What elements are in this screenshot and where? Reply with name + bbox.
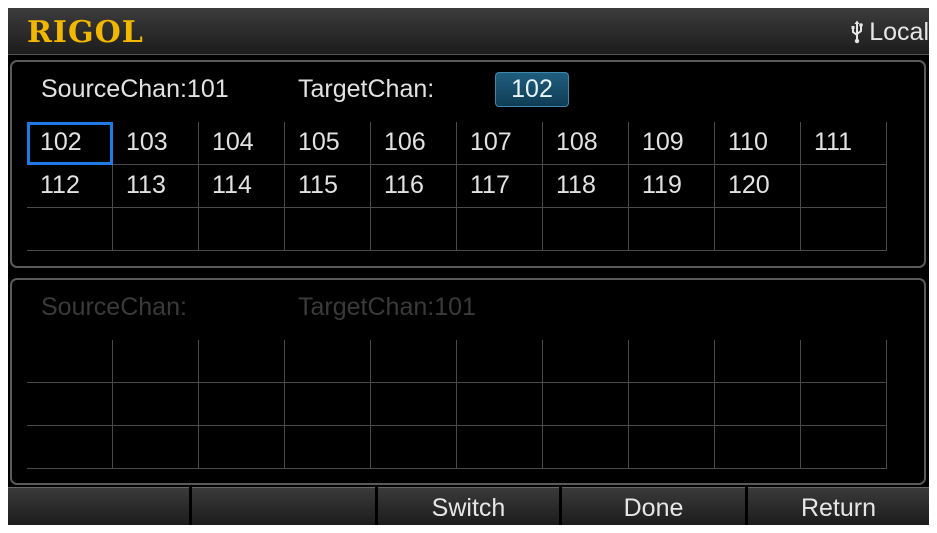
return-button[interactable]: Return: [748, 487, 929, 525]
local-status-text: Local: [869, 17, 929, 46]
channel-cell[interactable]: [199, 340, 285, 383]
channel-cell[interactable]: [113, 383, 199, 426]
channel-cell[interactable]: [371, 340, 457, 383]
softkey-bar: Switch Done Return: [8, 487, 929, 525]
channel-cell[interactable]: [285, 426, 371, 469]
source-channel-panel: SourceChan: TargetChan:101: [10, 278, 926, 485]
header-bar: RIGOL Local: [8, 8, 929, 55]
channel-cell[interactable]: [457, 383, 543, 426]
channel-cell[interactable]: [199, 208, 285, 251]
channel-cell[interactable]: 103: [113, 122, 199, 165]
channel-cell[interactable]: 111: [801, 122, 887, 165]
softkey-2[interactable]: [192, 487, 375, 525]
channel-cell[interactable]: [457, 340, 543, 383]
channel-cell[interactable]: [371, 426, 457, 469]
channel-cell[interactable]: [629, 426, 715, 469]
channel-cell[interactable]: 102: [27, 122, 113, 165]
channel-cell[interactable]: [27, 426, 113, 469]
target-chan-label: TargetChan:: [298, 75, 435, 103]
channel-cell[interactable]: [27, 340, 113, 383]
channel-cell[interactable]: [285, 208, 371, 251]
channel-cell[interactable]: [457, 426, 543, 469]
done-button[interactable]: Done: [562, 487, 745, 525]
rigol-logo: RIGOL: [27, 15, 144, 50]
channel-cell[interactable]: [715, 340, 801, 383]
channel-cell[interactable]: [113, 340, 199, 383]
channel-cell[interactable]: [715, 208, 801, 251]
channel-cell[interactable]: [113, 208, 199, 251]
source-chan-label-dim: SourceChan:: [41, 293, 187, 321]
channel-cell[interactable]: 112: [27, 165, 113, 208]
channel-cell[interactable]: [801, 165, 887, 208]
usb-icon: [851, 20, 864, 44]
target-chan-label-dim: TargetChan:101: [298, 293, 476, 321]
channel-cell[interactable]: [801, 340, 887, 383]
channel-cell[interactable]: [199, 383, 285, 426]
channel-cell[interactable]: [371, 383, 457, 426]
softkey-1[interactable]: [8, 487, 189, 525]
channel-cell[interactable]: [629, 208, 715, 251]
channel-cell[interactable]: [543, 340, 629, 383]
channel-cell[interactable]: 117: [457, 165, 543, 208]
panel-head-top: SourceChan:101 TargetChan: 102: [12, 62, 924, 118]
channel-cell[interactable]: 114: [199, 165, 285, 208]
instrument-screen: RIGOL Local SourceChan:101 TargetChan: 1…: [8, 8, 929, 525]
channel-cell[interactable]: [199, 426, 285, 469]
channel-cell[interactable]: [801, 383, 887, 426]
channel-cell[interactable]: 109: [629, 122, 715, 165]
channel-cell[interactable]: [543, 208, 629, 251]
switch-button[interactable]: Switch: [378, 487, 559, 525]
channel-cell[interactable]: 119: [629, 165, 715, 208]
channel-cell[interactable]: 110: [715, 122, 801, 165]
channel-cell[interactable]: [285, 340, 371, 383]
channel-cell[interactable]: 115: [285, 165, 371, 208]
channel-cell[interactable]: 107: [457, 122, 543, 165]
channel-cell[interactable]: 118: [543, 165, 629, 208]
channel-cell[interactable]: [543, 426, 629, 469]
channel-cell[interactable]: 104: [199, 122, 285, 165]
channel-grid: 102 103 104 105 106 107 108 109 110 111 112 113 114 1…: [27, 122, 887, 251]
panel-head-bottom: SourceChan: TargetChan:101: [12, 280, 924, 336]
channel-cell[interactable]: 105: [285, 122, 371, 165]
channel-cell[interactable]: [715, 383, 801, 426]
channel-cell[interactable]: [543, 383, 629, 426]
channel-cell[interactable]: [113, 426, 199, 469]
channel-cell[interactable]: [457, 208, 543, 251]
channel-grid-dim: [27, 340, 887, 469]
channel-cell[interactable]: 113: [113, 165, 199, 208]
channel-cell[interactable]: [371, 208, 457, 251]
target-chan-value[interactable]: 102: [495, 72, 569, 107]
channel-cell[interactable]: 108: [543, 122, 629, 165]
target-channel-panel: SourceChan:101 TargetChan: 102 102 103 104…: [10, 60, 926, 268]
channel-cell[interactable]: 116: [371, 165, 457, 208]
channel-cell[interactable]: [27, 208, 113, 251]
channel-cell[interactable]: [801, 426, 887, 469]
channel-cell[interactable]: [285, 383, 371, 426]
channel-cell[interactable]: [27, 383, 113, 426]
channel-cell[interactable]: 120: [715, 165, 801, 208]
channel-cell[interactable]: [801, 208, 887, 251]
channel-cell[interactable]: 106: [371, 122, 457, 165]
channel-cell[interactable]: [715, 426, 801, 469]
channel-cell[interactable]: [629, 340, 715, 383]
connection-status: Local: [849, 17, 929, 47]
source-chan-label: SourceChan:101: [41, 75, 229, 103]
channel-cell[interactable]: [629, 383, 715, 426]
